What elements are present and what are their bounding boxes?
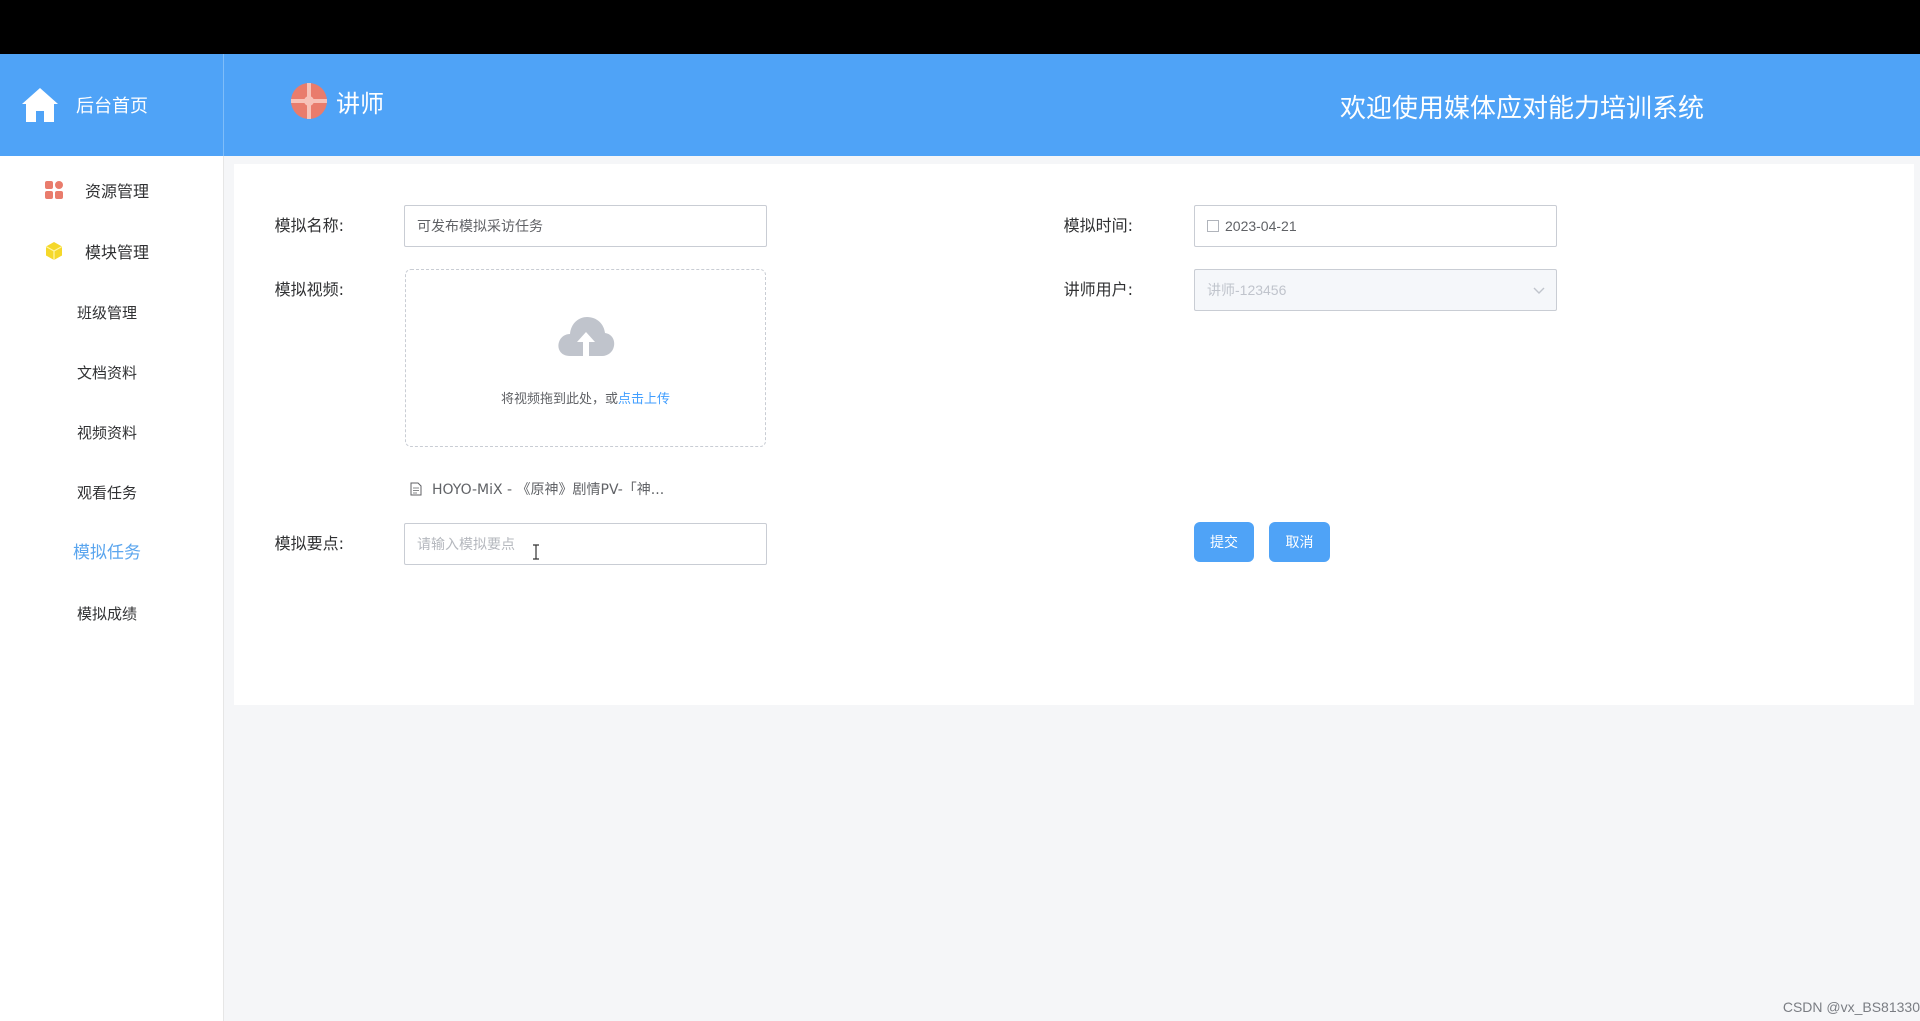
sidebar-group-label: 资源管理 xyxy=(85,182,150,201)
teacher-value: 讲师-123456 xyxy=(1207,282,1287,298)
welcome-title: 欢迎使用媒体应对能力培训系统 xyxy=(1340,94,1705,124)
sidebar-group-module[interactable]: 模块管理 xyxy=(0,231,224,271)
sidebar-group-resource[interactable]: 资源管理 xyxy=(0,170,224,210)
points-label: 模拟要点: xyxy=(274,534,344,553)
header-bar: 后台首页 讲师 欢迎使用媒体应对能力培训系统 xyxy=(0,54,1920,156)
upload-hint-text: 将视频拖到此处，或 xyxy=(500,392,618,407)
sidebar-group-label: 模块管理 xyxy=(85,243,150,262)
brand-label: 讲师 xyxy=(336,89,384,118)
teacher-select: 讲师-123456 xyxy=(1194,269,1557,311)
cancel-button[interactable]: 取消 xyxy=(1269,522,1330,562)
uploaded-file[interactable]: HOYO-MiX - 《原神》剧情PV-「神... xyxy=(410,479,664,499)
chevron-down-icon xyxy=(1533,287,1545,294)
home-icon xyxy=(22,88,58,122)
sidebar-item-simulation-tasks[interactable]: 模拟任务 xyxy=(0,533,224,573)
form-panel: 模拟名称: 模拟时间: 2023-04-21 模拟视频: 将视频拖到此处，或点击… xyxy=(234,164,1914,705)
resource-grid-icon xyxy=(45,181,63,199)
video-upload-dropzone[interactable]: 将视频拖到此处，或点击上传 xyxy=(405,269,766,447)
name-input[interactable] xyxy=(404,205,767,247)
document-icon xyxy=(410,482,422,496)
upload-hint: 将视频拖到此处，或点击上传 xyxy=(406,388,765,407)
file-name: HOYO-MiX - 《原神》剧情PV-「神... xyxy=(432,482,665,498)
watermark: CSDN @vx_BS81330 xyxy=(1782,999,1920,1015)
sidebar-item-documents[interactable]: 文档资料 xyxy=(0,353,224,393)
date-picker[interactable]: 2023-04-21 xyxy=(1194,205,1557,247)
time-label: 模拟时间: xyxy=(1063,216,1133,235)
cloud-upload-icon xyxy=(558,317,615,356)
sidebar-item-videos[interactable]: 视频资料 xyxy=(0,413,224,453)
video-label: 模拟视频: xyxy=(274,280,344,299)
upload-link[interactable]: 点击上传 xyxy=(618,392,670,407)
sidebar-item-simulation-scores[interactable]: 模拟成绩 xyxy=(0,594,224,634)
points-input[interactable] xyxy=(404,523,767,565)
name-label: 模拟名称: xyxy=(274,216,344,235)
top-black-bar xyxy=(0,0,1920,54)
home-link[interactable]: 后台首页 xyxy=(0,54,224,156)
brand: 讲师 xyxy=(290,82,384,120)
date-value: 2023-04-21 xyxy=(1225,218,1297,234)
module-cube-icon xyxy=(45,242,63,260)
home-label: 后台首页 xyxy=(76,96,148,117)
calendar-icon xyxy=(1207,220,1219,232)
teacher-label: 讲师用户: xyxy=(1063,280,1133,299)
teacher-logo-icon xyxy=(291,83,327,119)
sidebar: 资源管理 模块管理 班级管理 文档资料 视频资料 观看任务 模拟任务 模拟成绩 xyxy=(0,156,224,1021)
text-cursor-icon xyxy=(533,544,539,560)
sidebar-item-class[interactable]: 班级管理 xyxy=(0,293,224,333)
sidebar-item-watch-tasks[interactable]: 观看任务 xyxy=(0,473,224,513)
submit-button[interactable]: 提交 xyxy=(1194,522,1254,562)
